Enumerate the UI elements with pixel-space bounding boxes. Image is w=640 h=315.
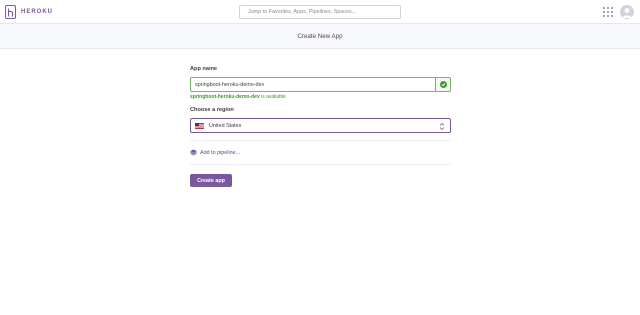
us-flag-icon [195, 122, 204, 129]
pipeline-icon [190, 149, 197, 156]
brand-name: HEROKU [21, 9, 54, 15]
add-to-pipeline-label: Add to pipeline... [200, 149, 241, 156]
validation-indicator [435, 77, 451, 92]
page-title: Create New App [297, 32, 343, 40]
create-app-form: App name springboot-heroku-demo-dev spri… [190, 66, 451, 187]
divider [190, 164, 451, 165]
heroku-logo-icon [5, 5, 16, 19]
region-value: United States [209, 122, 242, 129]
user-avatar-icon[interactable] [620, 5, 634, 19]
app-name-row: springboot-heroku-demo-dev [190, 77, 451, 92]
apps-grid-icon[interactable] [603, 7, 613, 17]
availability-message: springboot-heroku-demo-dev is available [190, 94, 286, 100]
search-input[interactable]: Jump to Favorites, Apps, Pipelines, Spac… [239, 5, 401, 19]
divider [190, 140, 451, 141]
app-name-input[interactable]: springboot-heroku-demo-dev [190, 77, 435, 92]
brand-home-link[interactable]: HEROKU [5, 4, 53, 20]
availability-app-name: springboot-heroku-demo-dev [190, 94, 260, 100]
check-circle-icon [439, 81, 447, 88]
top-navigation-bar: HEROKU Jump to Favorites, Apps, Pipeline… [0, 0, 640, 24]
region-label: Choose a region [190, 107, 234, 113]
add-to-pipeline-link[interactable]: Add to pipeline... [190, 149, 240, 156]
region-select[interactable]: United States [190, 118, 451, 133]
create-app-button[interactable]: Create app [190, 174, 232, 187]
availability-text: is available [259, 94, 286, 100]
page-subheader: Create New App [0, 24, 640, 49]
sort-arrows-icon [439, 122, 445, 131]
app-name-label: App name [190, 66, 218, 72]
